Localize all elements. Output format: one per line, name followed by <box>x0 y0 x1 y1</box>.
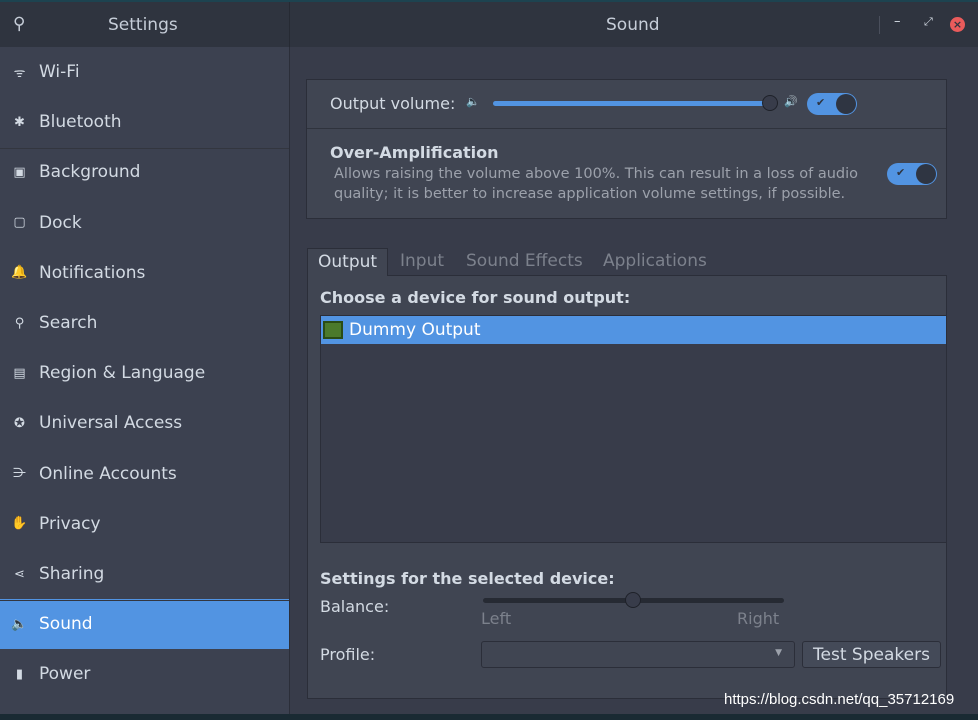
volume-panel: Output volume: 🔈 🔊 ✔ Over-Amplification … <box>306 79 947 219</box>
sidebar-item-background[interactable]: ▣ Background <box>0 147 289 197</box>
wifi-icon: ᯤ <box>13 66 26 81</box>
settings-title: Settings <box>108 15 178 35</box>
tab-output[interactable]: Output <box>307 248 389 276</box>
bluetooth-icon: ✱ <box>14 114 25 130</box>
sidebar-item-online-accounts[interactable]: ⋺ Online Accounts <box>0 449 289 499</box>
sidebar-item-label: Wi-Fi <box>39 62 80 82</box>
list-item[interactable]: Dummy Output <box>321 316 946 344</box>
over-amplification-toggle[interactable]: ✔ <box>887 163 937 185</box>
sidebar-item-label: Bluetooth <box>39 112 122 133</box>
sidebar-item-search[interactable]: ⚲ Search <box>0 298 289 348</box>
region-icon: ▤ <box>13 365 26 381</box>
sidebar-item-region-language[interactable]: ▤ Region & Language <box>0 348 289 398</box>
volume-toggle[interactable]: ✔ <box>807 93 857 115</box>
volume-slider-handle[interactable] <box>762 95 778 111</box>
sidebar-item-label: Region & Language <box>39 363 206 384</box>
speaker-icon: 🔈 <box>11 616 28 632</box>
minimize-icon[interactable]: – <box>894 14 901 29</box>
sidebar-item-wi-fi[interactable]: ᯤ Wi-Fi <box>0 47 289 97</box>
sidebar-item-label: Power <box>39 664 91 685</box>
device-list[interactable]: Dummy Output <box>320 315 947 543</box>
search-icon[interactable]: ⚲ <box>13 14 25 34</box>
balance-right-label: Right <box>737 609 780 628</box>
device-heading: Choose a device for sound output: <box>320 288 631 307</box>
tab-input[interactable]: Input <box>390 248 454 276</box>
settings-heading: Settings for the selected device: <box>320 569 615 588</box>
profile-dropdown[interactable]: ▼ <box>481 641 795 668</box>
sidebar-item-label: Notifications <box>39 262 146 283</box>
over-amplification-desc-1: Allows raising the volume above 100%. Th… <box>334 166 859 182</box>
balance-left-label: Left <box>481 609 512 628</box>
sidebar-item-dock[interactable]: ▢ Dock <box>0 198 289 248</box>
sidebar-item-label: Dock <box>39 212 82 233</box>
balance-label: Balance: <box>320 597 390 616</box>
hand-icon: ✋ <box>11 516 28 532</box>
test-speakers-button[interactable]: Test Speakers <box>802 641 941 668</box>
header-bar: ⚲ Settings Sound – ⤢ × <box>0 0 978 49</box>
sidebar-item-bluetooth[interactable]: ✱ Bluetooth <box>0 97 289 147</box>
balance-slider-handle[interactable] <box>625 592 641 608</box>
share-icon: ⋖ <box>14 566 25 582</box>
sidebar-item-label: Background <box>39 162 141 183</box>
over-amplification-title: Over-Amplification <box>330 143 499 162</box>
volume-high-icon: 🔊 <box>784 95 798 108</box>
watermark: https://blog.csdn.net/qq_35712169 <box>724 691 955 708</box>
power-icon: ▮ <box>15 666 24 682</box>
output-tab-panel: Choose a device for sound output: Dummy … <box>307 275 947 699</box>
chevron-down-icon: ▼ <box>775 648 782 658</box>
sidebar-item-sound[interactable]: 🔈 Sound <box>0 599 289 650</box>
sidebar-item-label: Search <box>39 313 98 333</box>
sound-card-icon <box>323 321 343 339</box>
maximize-icon[interactable]: ⤢ <box>924 15 933 29</box>
search-icon: ⚲ <box>14 315 25 331</box>
sidebar-item-sharing[interactable]: ⋖ Sharing <box>0 549 289 599</box>
close-icon[interactable]: × <box>950 17 965 32</box>
accessibility-icon: ✪ <box>14 415 25 431</box>
sidebar-item-label: Online Accounts <box>39 463 177 484</box>
device-name: Dummy Output <box>349 320 481 340</box>
sidebar-item-universal-access[interactable]: ✪ Universal Access <box>0 398 289 448</box>
dock-icon: ▢ <box>13 215 26 231</box>
volume-low-icon: 🔈 <box>466 95 480 108</box>
sidebar-item-label: Privacy <box>39 513 101 534</box>
sidebar-item-privacy[interactable]: ✋ Privacy <box>0 499 289 549</box>
sidebar-item-label: Sharing <box>39 564 105 584</box>
bell-icon: 🔔 <box>11 265 28 281</box>
sidebar: ᯤ Wi-Fi ✱ Bluetooth ▣ Background ▢ Dock 🔔 Notific… <box>0 47 290 720</box>
sidebar-item-power[interactable]: ▮ Power <box>0 649 289 699</box>
tab-applications[interactable]: Applications <box>593 248 717 276</box>
sidebar-item-label: Universal Access <box>39 413 183 434</box>
sidebar-item-label: Sound <box>39 614 93 635</box>
online-accounts-icon: ⋺ <box>13 466 26 482</box>
volume-slider[interactable] <box>493 101 771 106</box>
sidebar-item-notifications[interactable]: 🔔 Notifications <box>0 248 289 298</box>
page-title: Sound <box>606 15 660 35</box>
tab-sound-effects[interactable]: Sound Effects <box>456 248 593 276</box>
profile-label: Profile: <box>320 645 376 664</box>
output-volume-label: Output volume: <box>330 94 456 113</box>
background-icon: ▣ <box>13 164 26 180</box>
over-amplification-desc-2: quality; it is better to increase applic… <box>334 186 846 202</box>
